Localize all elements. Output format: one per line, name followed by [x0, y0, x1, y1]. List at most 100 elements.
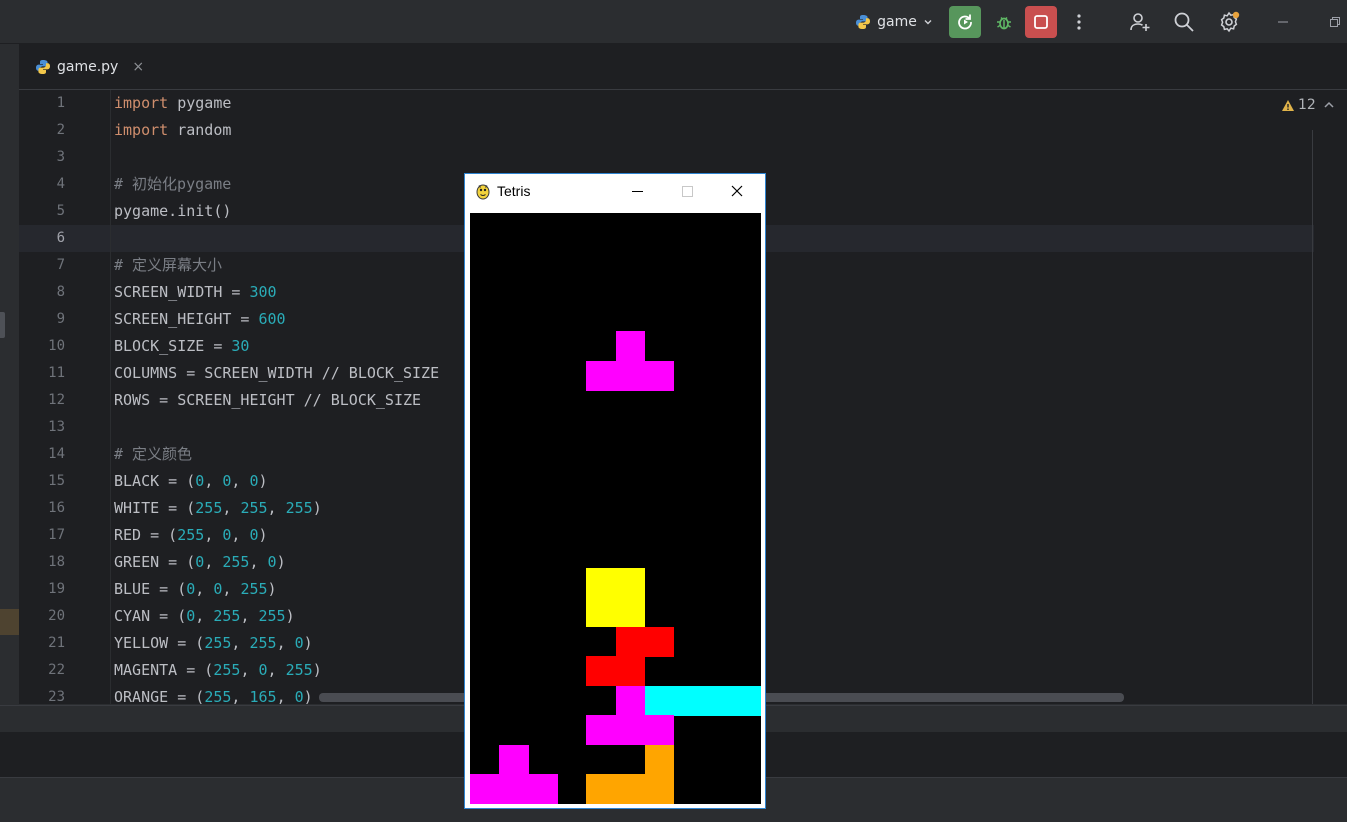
tetris-title-bar[interactable]: Tetris: [465, 174, 765, 208]
line-number[interactable]: 9: [19, 306, 65, 333]
run-configuration-name: game: [877, 13, 917, 30]
code-token: ,: [222, 499, 241, 517]
number-token: 0: [186, 607, 196, 625]
settings-icon: [1220, 11, 1240, 32]
run-configuration-selector[interactable]: game: [852, 0, 936, 43]
number-token: 255: [195, 499, 223, 517]
tetris-close-button[interactable]: [713, 174, 761, 208]
code-token: ,: [267, 661, 286, 679]
number-token: 255: [204, 634, 232, 652]
ide-minimize-button[interactable]: [1270, 0, 1296, 43]
code-line[interactable]: SCREEN_HEIGHT = 600: [114, 306, 286, 333]
restore-icon: [1330, 16, 1340, 27]
ide-title-bar: game: [0, 0, 1347, 44]
line-number[interactable]: 7: [19, 252, 65, 279]
code-line[interactable]: ROWS = SCREEN_HEIGHT // BLOCK_SIZE: [114, 387, 421, 414]
chevron-up-icon[interactable]: [1323, 94, 1335, 116]
settings-button[interactable]: [1212, 0, 1246, 43]
line-number[interactable]: 13: [19, 414, 65, 441]
number-token: 255: [213, 661, 241, 679]
tetris-game-board[interactable]: [470, 213, 761, 804]
number-token: 255: [177, 526, 205, 544]
more-actions-button[interactable]: [1066, 0, 1092, 43]
line-number[interactable]: 23: [19, 684, 65, 704]
rerun-button[interactable]: [949, 6, 981, 38]
tetris-block-yellow: [586, 567, 616, 598]
code-line[interactable]: import pygame: [114, 90, 231, 117]
debug-button[interactable]: [988, 6, 1020, 38]
code-token: ): [267, 580, 277, 598]
code-token: YELLOW = (: [114, 634, 205, 652]
code-line[interactable]: ORANGE = (255, 165, 0): [114, 684, 313, 704]
search-button[interactable]: [1168, 0, 1200, 43]
code-line[interactable]: BLACK = (0, 0, 0): [114, 468, 268, 495]
tool-window-indicator[interactable]: [0, 312, 5, 338]
tool-window-indicator-active[interactable]: [0, 609, 19, 635]
line-number[interactable]: 2: [19, 117, 65, 144]
code-line[interactable]: BLUE = (0, 0, 255): [114, 576, 277, 603]
line-number[interactable]: 3: [19, 144, 65, 171]
code-with-me-button[interactable]: [1124, 0, 1156, 43]
line-number[interactable]: 5: [19, 198, 65, 225]
number-token: 0: [267, 553, 277, 571]
code-line[interactable]: CYAN = (0, 255, 255): [114, 603, 295, 630]
number-token: 255: [285, 661, 313, 679]
code-line[interactable]: MAGENTA = (255, 0, 255): [114, 657, 322, 684]
line-number[interactable]: 18: [19, 549, 65, 576]
number-token: 0: [294, 634, 304, 652]
code-token: ): [258, 526, 268, 544]
tetris-block-orange: [644, 774, 675, 804]
number-token: 0: [195, 553, 205, 571]
line-number[interactable]: 16: [19, 495, 65, 522]
warning-icon: [1282, 99, 1294, 111]
code-line[interactable]: BLOCK_SIZE = 30: [114, 333, 249, 360]
code-token: ,: [240, 607, 259, 625]
line-number[interactable]: 4: [19, 171, 65, 198]
line-number[interactable]: 21: [19, 630, 65, 657]
code-token: ): [303, 688, 313, 704]
code-line[interactable]: WHITE = (255, 255, 255): [114, 495, 322, 522]
line-number[interactable]: 17: [19, 522, 65, 549]
code-line[interactable]: GREEN = (0, 255, 0): [114, 549, 286, 576]
code-line[interactable]: RED = (255, 0, 0): [114, 522, 268, 549]
close-icon: [731, 185, 743, 197]
number-token: 0: [294, 688, 304, 704]
code-line[interactable]: # 初始化pygame: [114, 171, 231, 198]
number-token: 0: [195, 472, 205, 490]
code-token: ,: [276, 634, 295, 652]
code-line[interactable]: # 定义颜色: [114, 441, 192, 468]
line-number[interactable]: 12: [19, 387, 65, 414]
code-token: RED = (: [114, 526, 178, 544]
line-number[interactable]: 10: [19, 333, 65, 360]
line-number[interactable]: 15: [19, 468, 65, 495]
line-number[interactable]: 22: [19, 657, 65, 684]
code-line[interactable]: # 定义屏幕大小: [114, 252, 222, 279]
stop-button[interactable]: [1025, 6, 1057, 38]
tetris-block-red: [644, 626, 675, 657]
code-token: ,: [231, 688, 250, 704]
tetris-game-window[interactable]: Tetris: [464, 173, 766, 809]
code-line[interactable]: SCREEN_WIDTH = 300: [114, 279, 277, 306]
line-number[interactable]: 20: [19, 603, 65, 630]
code-token: SCREEN_WIDTH =: [114, 283, 250, 301]
line-number[interactable]: 6: [19, 225, 65, 252]
code-line[interactable]: COLUMNS = SCREEN_WIDTH // BLOCK_SIZE: [114, 360, 439, 387]
code-token: BLACK = (: [114, 472, 196, 490]
line-number[interactable]: 1: [19, 90, 65, 117]
ide-restore-button[interactable]: [1322, 0, 1347, 43]
tetris-minimize-button[interactable]: [613, 174, 661, 208]
code-line[interactable]: YELLOW = (255, 255, 0): [114, 630, 313, 657]
code-token: pygame: [168, 94, 232, 112]
line-number[interactable]: 14: [19, 441, 65, 468]
line-number[interactable]: 11: [19, 360, 65, 387]
line-number[interactable]: 8: [19, 279, 65, 306]
inspection-widget[interactable]: 12: [1281, 94, 1316, 116]
tab-game-py[interactable]: game.py ×: [27, 44, 152, 89]
tetris-block-magenta: [615, 715, 646, 746]
code-line[interactable]: import random: [114, 117, 231, 144]
code-line[interactable]: pygame.init(): [114, 198, 231, 225]
line-number[interactable]: 19: [19, 576, 65, 603]
code-token: ,: [231, 634, 250, 652]
tab-close-icon[interactable]: ×: [132, 59, 144, 75]
left-tool-strip: [0, 44, 19, 733]
